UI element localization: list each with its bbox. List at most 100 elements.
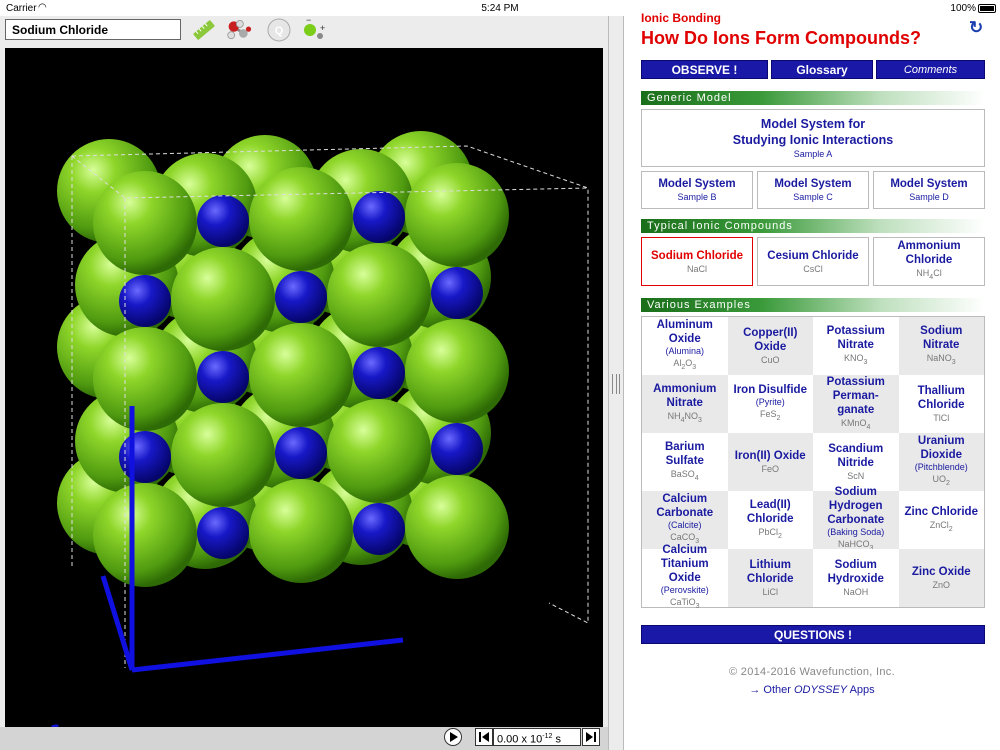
sample-d-label: Sample D bbox=[909, 192, 949, 202]
sodium-ion bbox=[275, 271, 327, 323]
examples-grid: Aluminum Oxide (Alumina) Al2O3 Copper(II) O… bbox=[641, 316, 985, 610]
svg-text:−: − bbox=[306, 17, 311, 25]
example-name: Zinc Oxide bbox=[911, 566, 971, 578]
chloride-ion bbox=[405, 319, 509, 423]
example-formula: TlCl bbox=[933, 413, 950, 423]
model-sample-b[interactable]: Model System Sample B bbox=[641, 171, 753, 209]
example-lead-ii-chloride[interactable]: Lead(II) Chloride PbCl2 bbox=[727, 491, 813, 549]
example-name: Calcium Carbonate bbox=[656, 493, 714, 520]
drag-handle-icon[interactable] bbox=[612, 374, 620, 394]
page-subtitle: Ionic Bonding bbox=[641, 11, 721, 25]
example-formula: NH4NO3 bbox=[667, 410, 702, 424]
chloride-ion bbox=[327, 243, 431, 347]
chloride-ion bbox=[249, 323, 353, 427]
compound-name: Ammonium Chloride bbox=[897, 240, 961, 267]
sample-c-name: Model System bbox=[774, 178, 852, 190]
example-iron-disulfide[interactable]: Iron Disulfide (Pyrite) FeS2 bbox=[727, 375, 813, 433]
chloride-ion bbox=[327, 399, 431, 503]
example-name: Potassium Perman-ganate bbox=[826, 375, 885, 416]
model-sample-a[interactable]: Model System for Studying Ionic Interact… bbox=[641, 109, 985, 167]
svg-text:Q: Q bbox=[275, 25, 284, 37]
example-potassium-nitrate[interactable]: Potassium Nitrate KNO3 bbox=[813, 317, 899, 375]
status-bar: Carrier ◠ 5:24 PM 100% bbox=[0, 0, 1000, 16]
sodium-ion bbox=[119, 431, 171, 483]
example-sodium-hydrogen-carbonate[interactable]: Sodium Hydrogen Carbonate (Baking Soda) Na… bbox=[813, 486, 899, 552]
example-iron-ii-oxide[interactable]: Iron(II) Oxide FeO bbox=[727, 433, 813, 491]
example-uranium-dioxide[interactable]: Uranium Dioxide (Pitchblende) UO2 bbox=[898, 433, 984, 491]
compound-sodium-chloride[interactable]: Sodium Chloride NaCl bbox=[641, 237, 753, 286]
nacl-lattice bbox=[57, 131, 589, 673]
example-name: Potassium Nitrate bbox=[826, 324, 885, 351]
sodium-ion bbox=[353, 191, 405, 243]
compound-formula: CsCl bbox=[803, 263, 823, 274]
example-sodium-hydroxide[interactable]: Sodium Hydroxide NaOH bbox=[813, 549, 899, 607]
observe-button[interactable]: OBSERVE ! bbox=[641, 60, 768, 79]
model-sample-d[interactable]: Model System Sample D bbox=[873, 171, 985, 209]
other-apps-suffix: Apps bbox=[847, 684, 875, 696]
glossary-button[interactable]: Glossary bbox=[771, 60, 873, 79]
example-name: Lithium Chloride bbox=[746, 559, 794, 585]
time-exponent: -12 bbox=[542, 733, 553, 740]
example-barium-sulfate[interactable]: Barium Sulfate BaSO4 bbox=[642, 433, 728, 491]
example-name: Iron Disulfide bbox=[733, 384, 807, 397]
example-common-name: (Baking Soda) bbox=[827, 527, 885, 538]
compound-ammonium-chloride[interactable]: Ammonium Chloride NH4Cl bbox=[873, 237, 985, 286]
section-various-examples: Various Examples bbox=[641, 298, 985, 312]
sodium-ion bbox=[353, 503, 405, 555]
example-name: Ammonium Nitrate bbox=[653, 382, 717, 409]
example-lithium-chloride[interactable]: Lithium Chloride LiCl bbox=[727, 549, 813, 607]
example-name: Calcium Titanium Oxide bbox=[660, 544, 709, 585]
compound-cesium-chloride[interactable]: Cesium Chloride CsCl bbox=[757, 237, 869, 286]
viewer-panel: Sodium Chloride Q − + 0.00 x 10-12 s bbox=[0, 16, 608, 750]
copyright: © 2014-2016 Wavefunction, Inc. bbox=[729, 666, 895, 678]
other-apps-link[interactable]: → Other ODYSSEY Apps bbox=[624, 684, 1000, 696]
chloride-ion bbox=[171, 247, 275, 351]
step-forward-button[interactable] bbox=[582, 728, 600, 746]
time-value: 0.00 x 10 bbox=[497, 733, 543, 746]
example-formula: Al2O3 bbox=[673, 358, 697, 371]
example-zinc-oxide[interactable]: Zinc Oxide ZnO bbox=[898, 549, 984, 607]
example-name: Thallium Chloride bbox=[917, 385, 965, 411]
refresh-icon[interactable]: ↻ bbox=[969, 18, 983, 38]
compound-name: Sodium Chloride bbox=[651, 249, 743, 262]
example-aluminum-oxide[interactable]: Aluminum Oxide (Alumina) Al2O3 bbox=[642, 317, 728, 375]
sodium-ion bbox=[197, 351, 249, 403]
example-scandium-nitride[interactable]: Scandium Nitride ScN bbox=[813, 433, 899, 491]
example-ammonium-nitrate[interactable]: Ammonium Nitrate NH4NO3 bbox=[642, 375, 728, 433]
play-button[interactable] bbox=[444, 728, 462, 746]
3d-viewer-canvas[interactable]: 1 nm bbox=[5, 48, 603, 743]
query-q-icon[interactable]: Q bbox=[266, 17, 292, 43]
time-readout[interactable]: 0.00 x 10-12 s bbox=[493, 728, 581, 746]
sodium-ion bbox=[275, 427, 327, 479]
example-copper-ii-oxide[interactable]: Copper(II) Oxide CuO bbox=[727, 317, 813, 375]
example-formula: BaSO4 bbox=[670, 468, 699, 482]
clock: 5:24 PM bbox=[481, 3, 519, 14]
ruler-icon[interactable] bbox=[191, 17, 217, 43]
example-name: Sodium Nitrate bbox=[920, 324, 963, 351]
example-sodium-nitrate[interactable]: Sodium Nitrate NaNO3 bbox=[898, 317, 984, 375]
questions-button[interactable]: QUESTIONS ! bbox=[641, 625, 985, 644]
example-potassium-perman-ganate[interactable]: Potassium Perman-ganate KMnO4 bbox=[813, 375, 899, 433]
example-thallium-chloride[interactable]: Thallium Chloride TlCl bbox=[898, 375, 984, 433]
example-name: Scandium Nitride bbox=[828, 443, 884, 469]
sodium-ion bbox=[197, 507, 249, 559]
example-name: Sodium Hydrogen Carbonate bbox=[827, 486, 885, 527]
molecule-model-icon[interactable] bbox=[226, 17, 252, 43]
step-back-icon bbox=[479, 732, 489, 742]
example-calcium-titanium-oxide[interactable]: Calcium Titanium Oxide (Perovskite) CaTiO3 bbox=[642, 544, 728, 610]
example-common-name: (Pitchblende) bbox=[914, 462, 968, 473]
example-calcium-carbonate[interactable]: Calcium Carbonate (Calcite) CaCO3 bbox=[642, 491, 728, 549]
example-formula: CuO bbox=[760, 355, 780, 365]
molecule-title-field[interactable]: Sodium Chloride bbox=[5, 19, 181, 40]
example-name: Lead(II) Chloride bbox=[746, 498, 794, 525]
split-divider[interactable] bbox=[608, 16, 624, 750]
ions-icon[interactable]: − + bbox=[302, 17, 328, 43]
sodium-ion bbox=[431, 267, 483, 319]
example-common-name: (Perovskite) bbox=[660, 585, 709, 596]
model-sample-c[interactable]: Model System Sample C bbox=[757, 171, 869, 209]
sample-b-label: Sample B bbox=[677, 192, 717, 202]
example-common-name: (Pyrite) bbox=[755, 397, 785, 408]
step-back-button[interactable] bbox=[475, 728, 493, 746]
example-zinc-chloride[interactable]: Zinc Chloride ZnCl2 bbox=[898, 491, 984, 549]
comments-button[interactable]: Comments bbox=[876, 60, 985, 79]
